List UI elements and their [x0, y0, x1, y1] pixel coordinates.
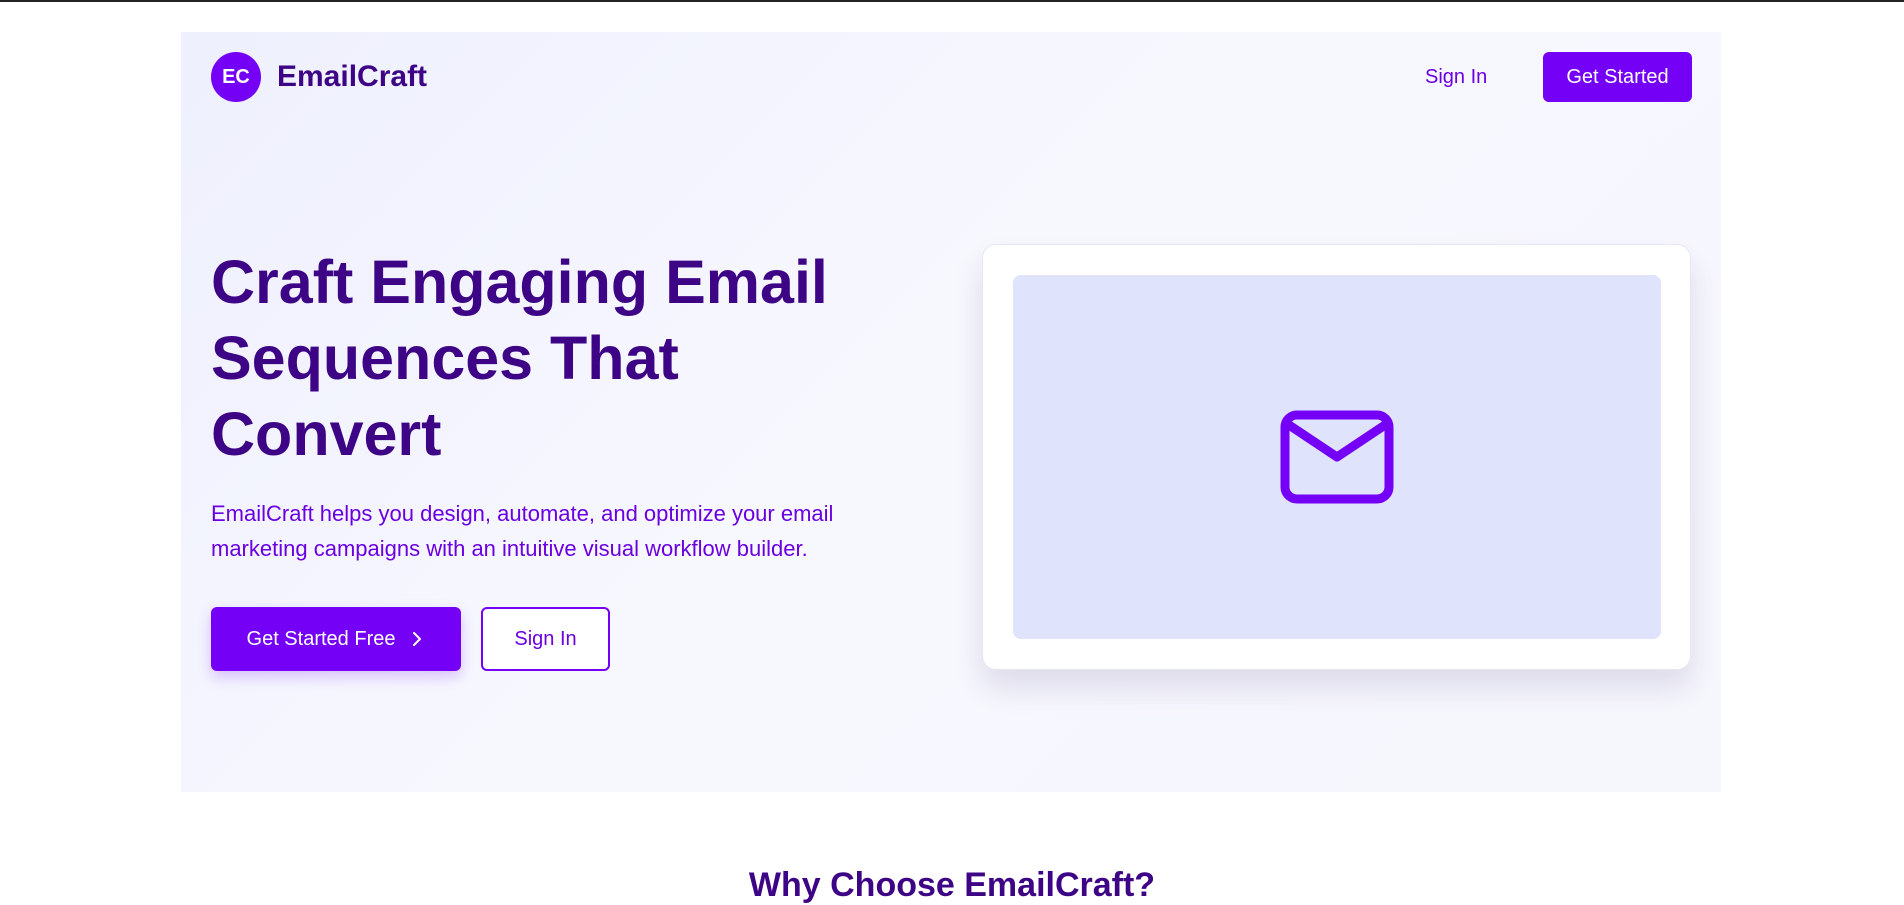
hero-signin-button[interactable]: Sign In: [481, 607, 610, 671]
description-line: marketing campaigns with an intuitive vi…: [211, 536, 808, 561]
get-started-free-label: Get Started Free: [246, 627, 396, 650]
brand-name: EmailCraft: [277, 60, 428, 93]
hero-headline: Craft Engaging Email Sequences That Conv…: [211, 244, 911, 472]
preview-card: [982, 244, 1691, 670]
hero-section: EC EmailCraft Sign In Get Started Craft …: [181, 32, 1721, 792]
hero-description: EmailCraft helps you design, automate, a…: [211, 496, 911, 566]
logo-badge: EC: [211, 52, 261, 102]
mail-icon: [1280, 410, 1394, 504]
nav-signin-link[interactable]: Sign In: [1419, 52, 1493, 102]
nav-get-started-button[interactable]: Get Started: [1543, 52, 1692, 102]
preview-panel: [1013, 275, 1661, 639]
top-border: [0, 0, 1904, 2]
section-title: Why Choose EmailCraft?: [748, 866, 1156, 904]
headline-line: Convert: [211, 400, 442, 468]
headline-line: Craft Engaging Email: [211, 248, 828, 316]
get-started-free-button[interactable]: Get Started Free: [211, 607, 461, 671]
headline-line: Sequences That: [211, 324, 679, 392]
chevron-right-icon: [413, 632, 422, 646]
brand-logo[interactable]: EC EmailCraft: [211, 52, 427, 102]
description-line: EmailCraft helps you design, automate, a…: [211, 501, 834, 526]
